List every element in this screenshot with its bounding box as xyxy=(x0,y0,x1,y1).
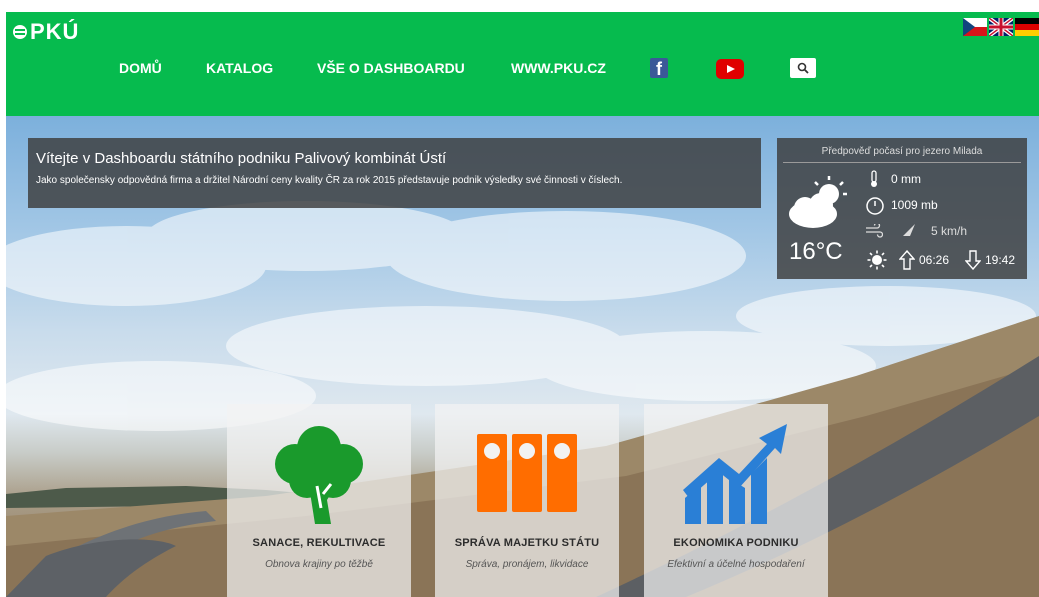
wind-icon xyxy=(866,224,883,238)
welcome-panel: Vítejte v Dashboardu státního podniku Pa… xyxy=(28,138,761,208)
uk-flag-icon[interactable] xyxy=(989,18,1013,36)
weather-precipitation: 0 mm xyxy=(891,172,921,186)
youtube-icon[interactable] xyxy=(716,59,744,79)
weather-wind: 5 km/h xyxy=(931,224,968,238)
card-subtitle: Obnova krajiny po těžbě xyxy=(265,559,373,570)
site-header: PKÚ DOMŮ KATALOG VŠE O DASHBOARDU WWW.PK… xyxy=(6,12,1039,116)
weather-widget: Předpověď počasí pro jezero Milada 16°C … xyxy=(777,138,1027,279)
card-state-property[interactable]: SPRÁVA MAJETKU STÁTU Správa, pronájem, l… xyxy=(435,404,619,597)
weather-title: Předpověď počasí pro jezero Milada xyxy=(821,146,983,157)
weather-pressure: 1009 mb xyxy=(891,198,938,212)
sunset-arrow-icon xyxy=(965,250,981,270)
nav-item-about[interactable]: VŠE O DASHBOARDU xyxy=(317,60,465,76)
card-economics[interactable]: EKONOMIKA PODNIKU Efektivní a účelné hos… xyxy=(644,404,828,597)
pressure-gauge-icon xyxy=(866,197,884,215)
weather-sunset: 19:42 xyxy=(985,253,1016,267)
nav-item-website[interactable]: WWW.PKU.CZ xyxy=(511,60,606,76)
thermometer-icon xyxy=(871,170,877,187)
card-subtitle: Efektivní a účelné hospodaření xyxy=(667,559,805,570)
facebook-icon[interactable]: f xyxy=(650,58,668,79)
card-title: EKONOMIKA PODNIKU xyxy=(673,537,799,549)
welcome-title: Vítejte v Dashboardu státního podniku Pa… xyxy=(36,150,447,167)
card-title: SANACE, REKULTIVACE xyxy=(252,537,386,549)
nav-item-catalog[interactable]: KATALOG xyxy=(206,60,273,76)
sunrise-arrow-icon xyxy=(899,250,915,270)
card-subtitle: Správa, pronájem, likvidace xyxy=(465,559,589,570)
weather-temperature: 16°C xyxy=(789,238,843,265)
nav-item-home[interactable]: DOMŮ xyxy=(119,60,162,76)
sun-icon xyxy=(867,250,887,270)
de-flag-icon[interactable] xyxy=(1015,18,1039,36)
weather-sunrise: 06:26 xyxy=(919,253,950,267)
logo-mark-icon xyxy=(13,25,27,39)
language-switcher xyxy=(963,18,1039,36)
logo-text: PKÚ xyxy=(30,19,80,44)
weather-divider xyxy=(783,162,1021,163)
pku-logo[interactable]: PKÚ xyxy=(13,19,79,45)
search-button[interactable] xyxy=(790,58,816,78)
tree-icon xyxy=(275,426,363,524)
binders-icon xyxy=(477,434,577,512)
cz-flag-icon[interactable] xyxy=(963,18,987,36)
hero-section: Vítejte v Dashboardu státního podniku Pa… xyxy=(6,116,1039,597)
card-title: SPRÁVA MAJETKU STÁTU xyxy=(454,537,600,549)
partly-cloudy-icon xyxy=(789,176,847,228)
main-nav: DOMŮ KATALOG VŠE O DASHBOARDU WWW.PKU.CZ xyxy=(6,60,906,80)
search-icon xyxy=(797,62,809,74)
welcome-text: Jako společensky odpovědná firma a držit… xyxy=(36,175,623,186)
wind-direction-icon xyxy=(903,224,915,236)
growth-chart-icon xyxy=(683,424,787,524)
card-reclamation[interactable]: SANACE, REKULTIVACE Obnova krajiny po tě… xyxy=(227,404,411,597)
